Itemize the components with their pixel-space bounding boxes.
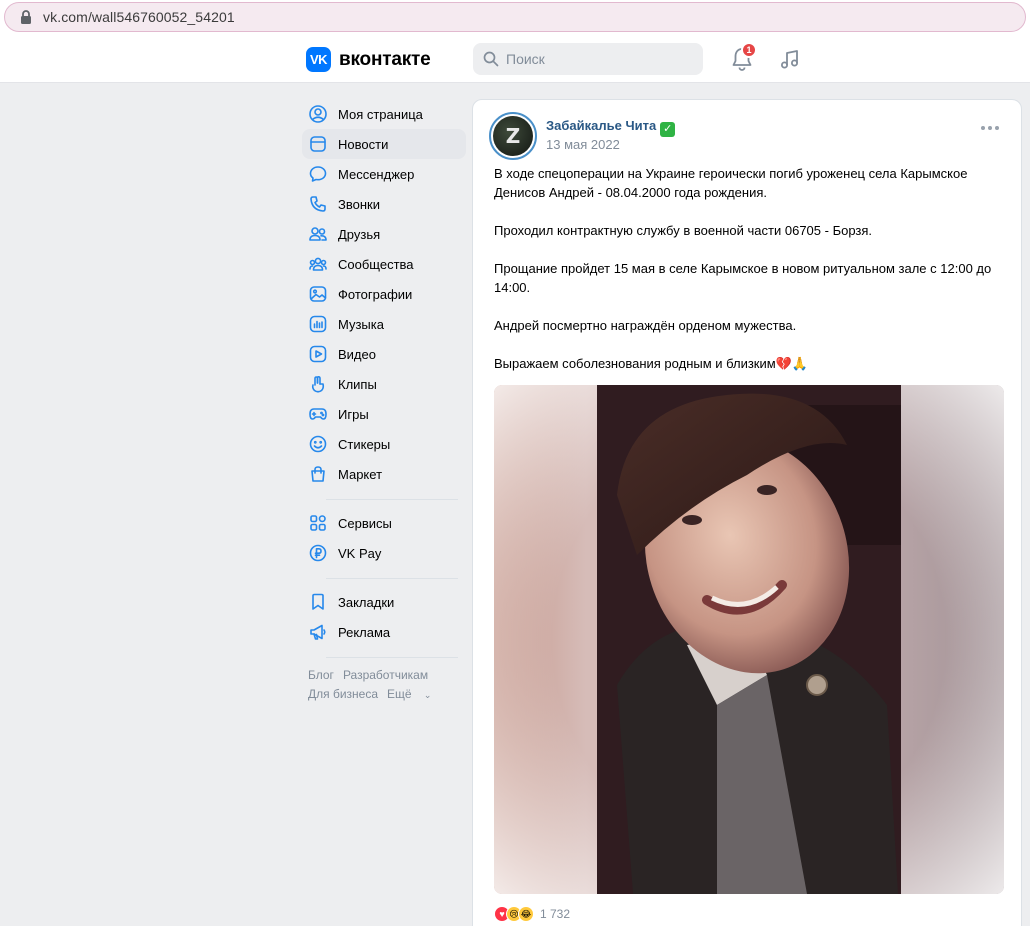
sidebar-item-market[interactable]: Маркет	[302, 459, 466, 489]
sidebar-item-label: Маркет	[338, 466, 383, 482]
wall-post: Z Забайкалье Чита ✓ 13 мая 2022 В ходе сп…	[472, 99, 1022, 926]
vk-logo[interactable]: VK вконтакте	[306, 47, 431, 72]
sidebar-item-label: Друзья	[338, 226, 381, 242]
sidebar-item-label: Фотографии	[338, 286, 413, 302]
reactions-count: 1 732	[540, 907, 571, 921]
sidebar-item-friends[interactable]: Друзья	[302, 219, 466, 249]
communities-icon	[309, 257, 327, 271]
sidebar-item-label: Клипы	[338, 376, 377, 392]
user-circle-icon	[309, 105, 327, 123]
sidebar-item-clips[interactable]: Клипы	[302, 369, 466, 399]
post-photo[interactable]	[494, 385, 1004, 894]
search-input[interactable]: Поиск	[473, 43, 703, 75]
sidebar-item-bookmark[interactable]: Закладки	[302, 587, 466, 617]
portrait-illustration	[597, 385, 901, 894]
post-paragraph: Прощание пройдет 15 мая в селе Карымское…	[494, 261, 992, 295]
more-options-icon[interactable]	[981, 126, 999, 130]
laugh-icon: 😂	[518, 906, 534, 922]
sidebar-item-ads[interactable]: Реклама	[302, 617, 466, 647]
url-field[interactable]: vk.com/wall546760052_54201	[4, 2, 1026, 32]
sidebar-divider	[326, 499, 458, 500]
sidebar-item-video[interactable]: Видео	[302, 339, 466, 369]
post-text: В ходе спецоперации на Украине героическ…	[494, 164, 1009, 373]
sidebar-item-phone[interactable]: Звонки	[302, 189, 466, 219]
footer-more-label: Ещё	[387, 687, 412, 701]
portrait-image	[597, 385, 901, 894]
sidebar-footer: Блог Разработчикам Для бизнеса Ещё ⌄	[302, 666, 466, 705]
reactions-bar[interactable]: ♥ 😢 😂 1 732	[494, 906, 570, 922]
sidebar-item-label: Игры	[338, 406, 369, 422]
sidebar-item-stickers[interactable]: Стикеры	[302, 429, 466, 459]
sidebar-item-label: Видео	[338, 346, 376, 362]
sidebar-item-label: Звонки	[338, 196, 380, 212]
video-icon	[309, 345, 327, 363]
footer-link-more[interactable]: Ещё ⌄	[387, 687, 440, 701]
vkpay-icon	[309, 544, 327, 562]
sidebar-divider	[326, 578, 458, 579]
url-text: vk.com/wall546760052_54201	[43, 9, 235, 25]
sidebar-item-label: Сообщества	[338, 256, 414, 272]
post-paragraph: Андрей посмертно награждён орденом мужес…	[494, 318, 797, 333]
sidebar-item-services[interactable]: Сервисы	[302, 508, 466, 538]
sidebar-item-games[interactable]: Игры	[302, 399, 466, 429]
site-header: VK вконтакте Поиск 1	[0, 35, 1030, 83]
post-paragraph: Выражаем соболезнования родным и близким…	[494, 356, 809, 371]
sidebar-divider	[326, 657, 458, 658]
clips-icon	[311, 375, 325, 393]
logo-text: вконтакте	[339, 48, 431, 70]
vk-logo-mark-icon: VK	[306, 47, 331, 72]
sidebar-item-label: Закладки	[338, 594, 395, 610]
chevron-down-icon: ⌄	[423, 690, 432, 700]
music-icon	[309, 315, 327, 333]
footer-link-developers[interactable]: Разработчикам	[343, 668, 428, 682]
sidebar-item-label: Стикеры	[338, 436, 391, 452]
post-date[interactable]: 13 мая 2022	[546, 137, 620, 152]
notification-badge: 1	[741, 42, 757, 58]
sidebar-item-label: Моя страница	[338, 106, 423, 122]
message-icon	[309, 166, 327, 182]
post-author[interactable]: Забайкалье Чита ✓	[546, 118, 676, 137]
sidebar-item-vkpay[interactable]: VK Pay	[302, 538, 466, 568]
friends-icon	[309, 227, 327, 241]
search-placeholder: Поиск	[506, 51, 545, 67]
photo-icon	[309, 286, 327, 302]
music-note-icon[interactable]	[778, 47, 802, 71]
search-icon	[483, 51, 499, 67]
verified-check-icon: ✓	[660, 122, 676, 137]
post-paragraph: В ходе спецоперации на Украине героическ…	[494, 166, 968, 200]
avatar-letter: Z	[493, 116, 533, 156]
community-avatar[interactable]: Z	[489, 112, 537, 160]
sidebar-item-message[interactable]: Мессенджер	[302, 159, 466, 189]
sidebar-item-label: Сервисы	[338, 515, 392, 531]
sidebar-item-user-circle[interactable]: Моя страница	[302, 99, 466, 129]
left-sidebar: Моя страница Новости Мессенджер Звонки Друзь…	[302, 99, 466, 705]
ads-icon	[310, 624, 326, 640]
footer-link-business[interactable]: Для бизнеса	[308, 687, 378, 701]
bookmark-icon	[312, 593, 324, 610]
lock-icon	[21, 10, 31, 24]
sidebar-item-music[interactable]: Музыка	[302, 309, 466, 339]
author-name: Забайкалье Чита	[546, 118, 657, 133]
services-icon	[310, 515, 326, 531]
browser-address-bar: vk.com/wall546760052_54201	[0, 0, 1030, 35]
sidebar-item-news[interactable]: Новости	[302, 129, 466, 159]
stickers-icon	[309, 435, 327, 453]
games-icon	[309, 408, 327, 420]
sidebar-item-label: VK Pay	[338, 545, 382, 561]
news-icon	[310, 136, 326, 152]
post-paragraph: Проходил контрактную службу в военной ча…	[494, 223, 873, 238]
sidebar-item-label: Реклама	[338, 624, 391, 640]
market-icon	[311, 466, 325, 482]
sidebar-item-photo[interactable]: Фотографии	[302, 279, 466, 309]
sidebar-item-label: Музыка	[338, 316, 384, 332]
sidebar-item-communities[interactable]: Сообщества	[302, 249, 466, 279]
sidebar-item-label: Новости	[338, 136, 389, 152]
phone-icon	[310, 196, 326, 212]
sidebar-item-label: Мессенджер	[338, 166, 415, 182]
footer-link-blog[interactable]: Блог	[308, 668, 334, 682]
